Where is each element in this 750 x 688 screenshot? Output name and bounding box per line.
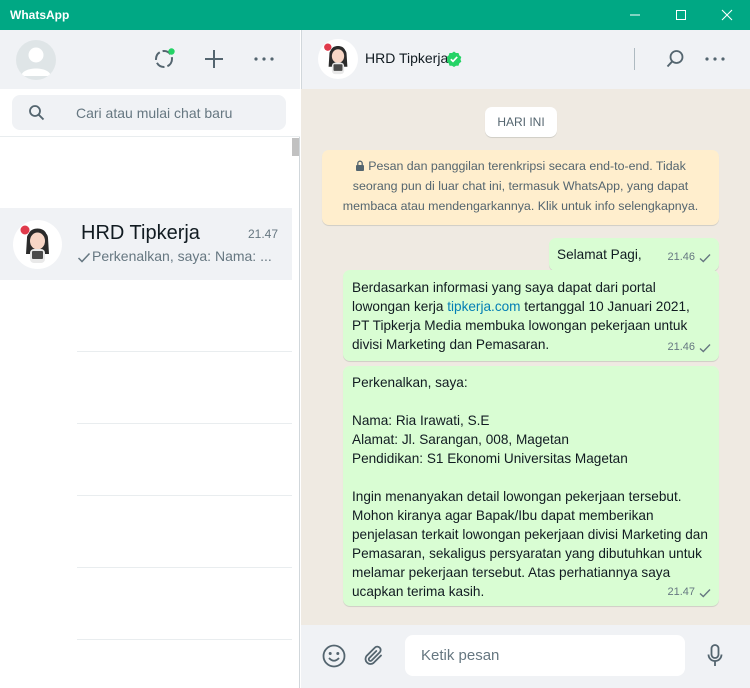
conversation-menu-button[interactable]: [700, 44, 730, 74]
close-button[interactable]: [704, 0, 750, 30]
message-line: Ingin menanyakan detail lowongan pekerja…: [352, 489, 708, 599]
message-meta: 21.47: [667, 583, 711, 602]
conversation-search-button[interactable]: [660, 44, 690, 74]
message-line: [352, 468, 710, 487]
search-icon: [666, 50, 684, 68]
message-input[interactable]: [405, 635, 685, 676]
chat-time: 21.47: [248, 227, 279, 241]
default-avatar-icon: [21, 47, 51, 76]
verified-badge-icon: [446, 51, 462, 67]
emoji-button[interactable]: [319, 641, 349, 671]
status-button[interactable]: [149, 44, 179, 74]
chat-preview: Perkenalkan, saya: Nama: ...: [76, 248, 276, 264]
list-divider: [77, 639, 292, 640]
day-label: HARI INI: [485, 107, 557, 137]
chat-name: HRD Tipkerja: [81, 222, 200, 244]
scrollbar-thumb[interactable]: [292, 138, 299, 156]
avatar-girl-icon: [324, 43, 348, 75]
search-box: [12, 95, 286, 130]
message-line: Pendidikan: S1 Ekonomi Universitas Maget…: [352, 451, 628, 466]
lock-icon: [356, 160, 365, 171]
message-bubble[interactable]: Selamat Pagi, 21.46: [549, 238, 719, 271]
message-text: Selamat Pagi,: [557, 247, 642, 262]
app-title: WhatsApp: [10, 8, 70, 22]
message-link[interactable]: tipkerja.com: [447, 299, 520, 314]
chat-list-scrollbar[interactable]: [292, 138, 300, 688]
sidebar-menu-button[interactable]: [249, 44, 279, 74]
menu-icon: [254, 57, 274, 61]
list-divider: [77, 351, 292, 352]
search-input[interactable]: [76, 95, 276, 130]
close-icon: [721, 9, 733, 21]
conversation-header[interactable]: HRD Tipkerja: [301, 30, 750, 89]
status-icon: [155, 48, 175, 68]
attach-icon: [364, 645, 382, 665]
avatar-girl-icon: [20, 225, 49, 263]
message-time: 21.47: [667, 586, 695, 598]
message-bubble[interactable]: Perkenalkan, saya: Nama: Ria Irawati, S.…: [343, 366, 719, 606]
voice-message-button[interactable]: [700, 641, 730, 671]
microphone-icon: [707, 644, 723, 666]
maximize-icon: [676, 10, 686, 20]
contact-avatar[interactable]: [318, 39, 358, 79]
message-bubble[interactable]: Berdasarkan informasi yang saya dapat da…: [343, 270, 719, 361]
message-time: 21.46: [667, 251, 695, 263]
contact-avatar: [13, 220, 62, 269]
sidebar-header: [0, 30, 300, 89]
encryption-notice[interactable]: Pesan dan panggilan terenkripsi secara e…: [322, 150, 719, 225]
new-chat-icon: [205, 50, 223, 68]
message-composer: [301, 625, 750, 688]
sent-tick-icon: [699, 343, 711, 352]
message-line: Alamat: Jl. Sarangan, 008, Magetan: [352, 432, 569, 447]
message-meta: 21.46: [667, 248, 711, 267]
list-divider: [77, 423, 292, 424]
message-meta: 21.46: [667, 338, 711, 357]
search-row: [0, 89, 300, 137]
minimize-button[interactable]: [612, 0, 658, 30]
emoji-icon: [322, 644, 346, 668]
contact-name: HRD Tipkerja: [365, 50, 449, 66]
chat-list-item[interactable]: HRD Tipkerja 21.47 Perkenalkan, saya: Na…: [0, 208, 292, 280]
message-time: 21.46: [667, 341, 695, 353]
minimize-icon: [630, 14, 640, 16]
list-divider: [77, 495, 292, 496]
header-separator: [634, 48, 635, 70]
search-icon: [29, 105, 45, 121]
maximize-button[interactable]: [658, 0, 704, 30]
attach-button[interactable]: [359, 641, 389, 671]
my-avatar[interactable]: [16, 40, 56, 80]
list-divider: [77, 567, 292, 568]
sent-tick-icon: [77, 252, 91, 263]
message-line: Perkenalkan, saya:: [352, 375, 468, 390]
message-line: Nama: Ria Irawati, S.E: [352, 413, 490, 428]
menu-icon: [705, 57, 725, 61]
sent-tick-icon: [699, 588, 711, 597]
message-line: [352, 392, 710, 411]
chat-list-pane: HRD Tipkerja 21.47 Perkenalkan, saya: Na…: [0, 30, 300, 688]
title-bar: WhatsApp: [0, 0, 750, 30]
chat-preview-text: Perkenalkan, saya: Nama: ...: [92, 248, 272, 264]
sent-tick-icon: [699, 253, 711, 262]
encryption-notice-text: Pesan dan panggilan terenkripsi secara e…: [342, 159, 699, 213]
new-chat-button[interactable]: [199, 44, 229, 74]
conversation-pane: HRD Tipkerja HARI INI Pesan dan panggila…: [301, 30, 750, 688]
